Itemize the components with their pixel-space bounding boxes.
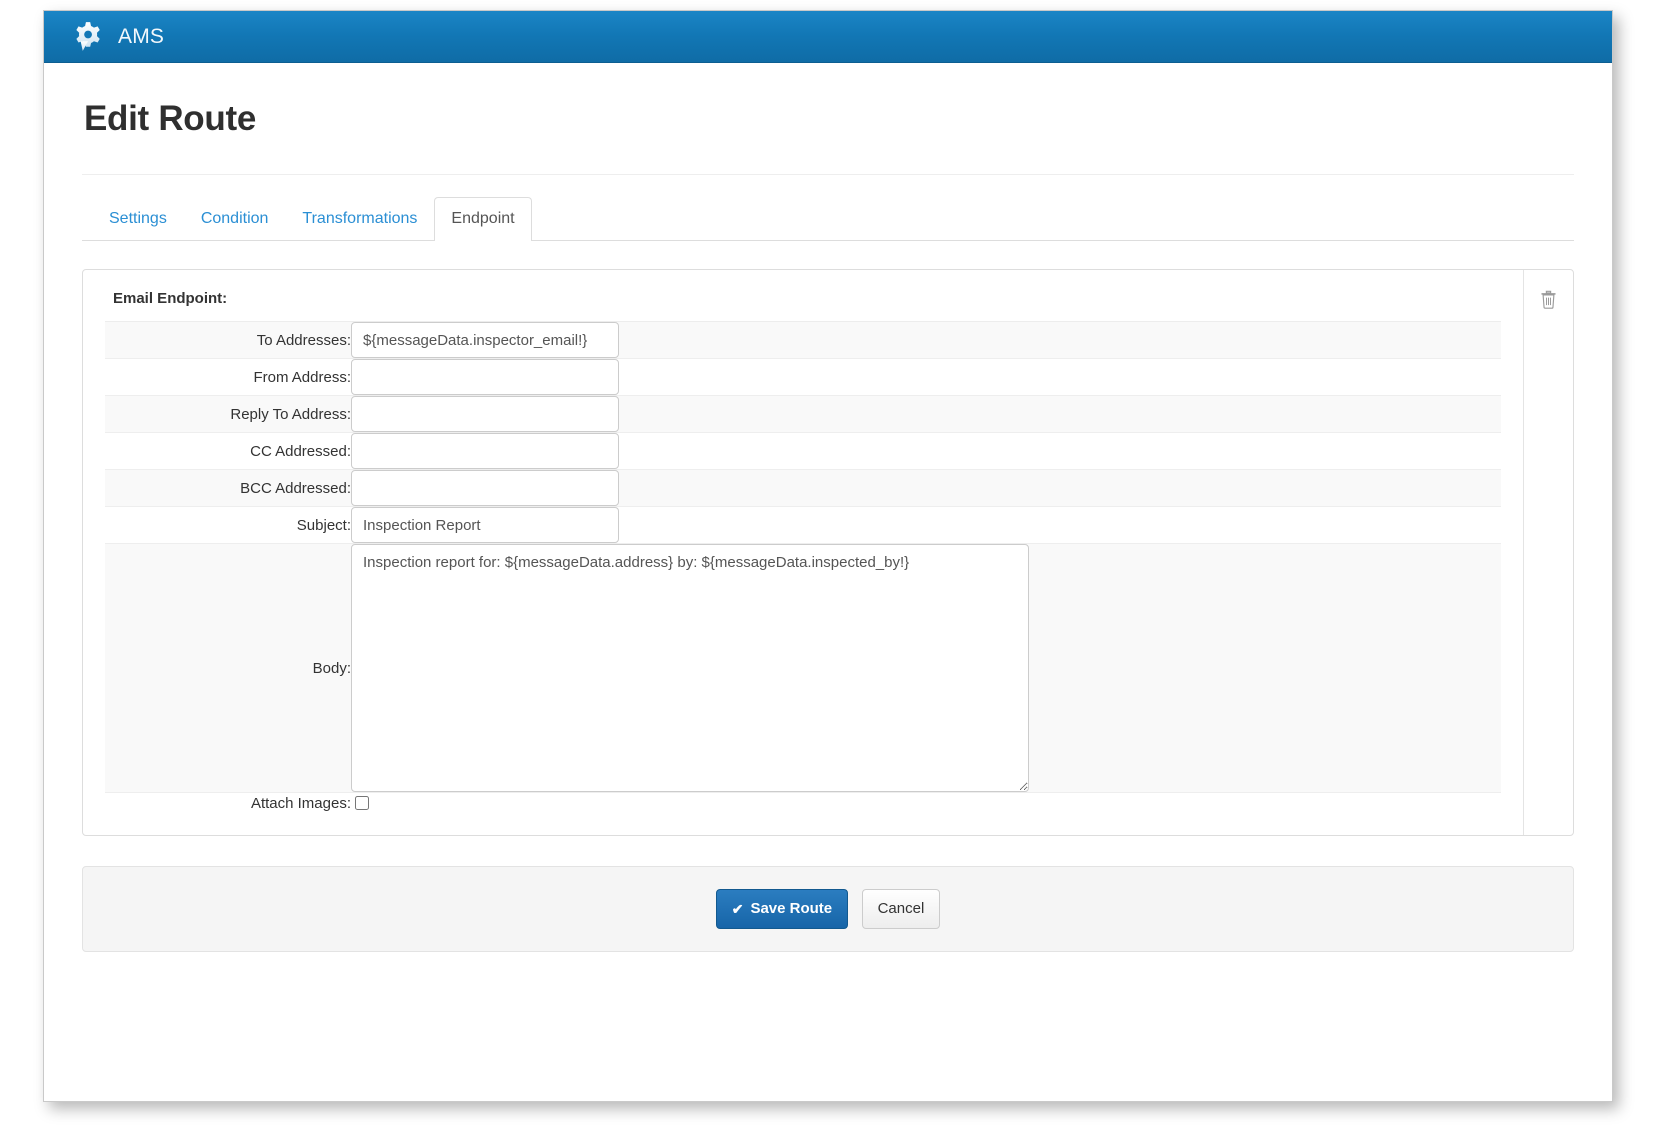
brand-label: AMS	[118, 25, 165, 48]
endpoint-form-area: Email Endpoint: To Addresses: From Addre…	[83, 270, 1523, 835]
to-addresses-input[interactable]	[351, 322, 619, 359]
tab-transformations[interactable]: Transformations	[285, 197, 434, 241]
field-row-cc-addressed: CC Addressed:	[105, 432, 1501, 470]
label-cc-addressed: CC Addressed:	[250, 442, 351, 460]
gear-speech-bubble-icon	[76, 21, 100, 51]
subject-input[interactable]	[351, 507, 619, 544]
label-subject: Subject:	[296, 516, 351, 534]
save-route-label: Save Route	[750, 900, 833, 918]
label-reply-to-address: Reply To Address:	[230, 405, 351, 423]
cc-addressed-input[interactable]	[351, 433, 619, 470]
cancel-button[interactable]: Cancel	[861, 889, 941, 930]
bcc-addressed-input[interactable]	[351, 470, 619, 507]
field-row-from-address: From Address:	[105, 358, 1501, 396]
check-icon: ✔	[731, 901, 744, 918]
label-attach-images: Attach Images:	[250, 794, 351, 812]
field-row-reply-to-address: Reply To Address:	[105, 395, 1501, 433]
endpoint-actions	[1523, 270, 1573, 836]
from-address-input[interactable]	[351, 359, 619, 396]
cancel-label: Cancel	[877, 900, 925, 918]
endpoint-field-table: To Addresses: From Address:	[105, 321, 1501, 813]
tab-bar: Settings Condition Transformations Endpo…	[82, 197, 1574, 242]
label-from-address: From Address:	[253, 368, 351, 386]
field-row-body: Body:	[105, 543, 1501, 793]
brand-link[interactable]: AMS	[70, 20, 164, 54]
tab-endpoint[interactable]: Endpoint	[434, 197, 532, 242]
top-navbar: AMS	[44, 11, 1612, 63]
field-row-to-addresses: To Addresses:	[105, 321, 1501, 359]
application-window: AMS Edit Route Settings Condition Transf…	[43, 10, 1613, 1102]
attach-images-checkbox[interactable]	[355, 796, 369, 811]
label-bcc-addressed: BCC Addressed:	[240, 479, 351, 497]
field-row-attach-images: Attach Images:	[105, 792, 1501, 814]
trash-icon[interactable]	[1540, 290, 1557, 310]
page-content: Edit Route Settings Condition Transforma…	[44, 99, 1612, 1101]
email-endpoint-panel: Email Endpoint: To Addresses: From Addre…	[82, 269, 1574, 837]
field-row-subject: Subject:	[105, 506, 1501, 544]
label-to-addresses: To Addresses:	[256, 331, 351, 349]
tab-condition[interactable]: Condition	[184, 197, 286, 241]
title-divider	[82, 174, 1574, 175]
body-textarea[interactable]	[351, 544, 1029, 793]
email-endpoint-heading: Email Endpoint:	[113, 290, 228, 308]
reply-to-address-input[interactable]	[351, 396, 619, 433]
label-body: Body:	[312, 659, 351, 677]
field-row-bcc-addressed: BCC Addressed:	[105, 469, 1501, 507]
page-title: Edit Route	[84, 99, 256, 138]
tab-settings[interactable]: Settings	[92, 197, 184, 241]
form-footer: ✔ Save Route Cancel	[82, 866, 1574, 953]
save-route-button[interactable]: ✔ Save Route	[715, 889, 849, 930]
